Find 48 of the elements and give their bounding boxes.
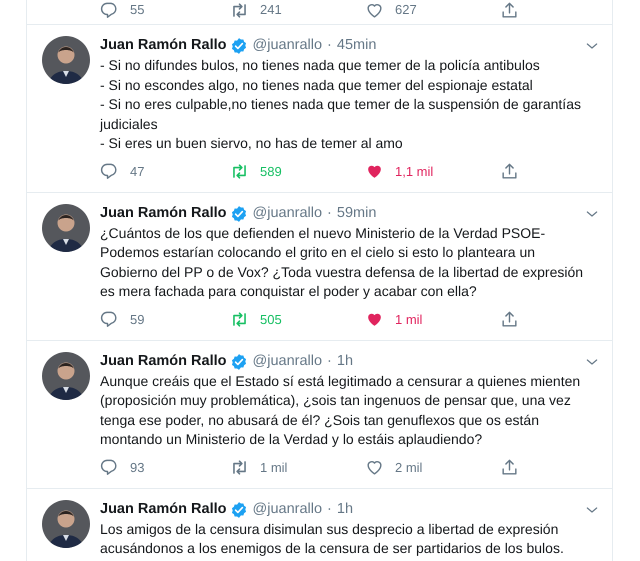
- retweet-button[interactable]: 589: [230, 162, 282, 182]
- tweet-text: - Si no difundes bulos, no tienes nada que temer de la policía antibulos - Si no escondes algo, no tienes nada que temer del espionaje estatal - Si no eres culpable,no tienes nada que temer de la suspensión de garantías judiciales - Si eres un buen siervo, no has de temer al amo: [100, 56, 582, 153]
- share-icon: [500, 310, 519, 329]
- reply-button[interactable]: 47: [100, 162, 144, 182]
- author-name[interactable]: Juan Ramón Rallo: [100, 35, 226, 57]
- user-handle: @juanrallo: [252, 36, 322, 56]
- separator-dot: ·: [327, 352, 332, 371]
- speech-bubble-icon: [100, 162, 119, 181]
- separator-dot: ·: [327, 36, 332, 56]
- avatar[interactable]: [42, 204, 90, 252]
- like-button[interactable]: 1 mil: [365, 310, 422, 330]
- timestamp[interactable]: 1h: [336, 350, 354, 372]
- reply-button[interactable]: 93: [100, 458, 144, 478]
- avatar[interactable]: [42, 352, 90, 400]
- speech-bubble-icon: [100, 458, 119, 477]
- speech-bubble-icon: [100, 0, 119, 20]
- timestamp[interactable]: 45min: [336, 35, 376, 57]
- avatar[interactable]: [42, 36, 90, 84]
- retweet-button[interactable]: 241: [230, 0, 282, 20]
- separator-dot: ·: [327, 500, 332, 519]
- like-button[interactable]: 1,1 mil: [365, 162, 434, 182]
- speech-bubble-icon: [100, 310, 119, 329]
- author-name[interactable]: Juan Ramón Rallo: [100, 498, 226, 520]
- author-name[interactable]: Juan Ramón Rallo: [100, 202, 226, 224]
- like-button[interactable]: 2 mil: [365, 458, 422, 478]
- share-icon: [500, 162, 519, 181]
- like-button[interactable]: 627: [365, 0, 417, 20]
- share-icon: [500, 0, 519, 20]
- share-button[interactable]: [500, 458, 519, 478]
- separator-dot: ·: [327, 204, 332, 223]
- retweet-button[interactable]: 1 mil: [230, 458, 288, 478]
- tweet-text: ¿Cuántos de los que defienden el nuevo Ministerio de la Verdad PSOE-Podemos estarían colocando el grito en el cielo si esto lo planteara un Gobierno del PP o de Vox? ¿Toda vuestra defensa de la libertad de expresión es mera fachada para conquistar el poder y acabar con ella?: [100, 224, 584, 301]
- user-handle: @juanrallo: [252, 204, 322, 223]
- timestamp[interactable]: 1h: [336, 498, 354, 520]
- share-icon: [500, 458, 519, 477]
- share-button[interactable]: [500, 310, 519, 330]
- user-handle: @juanrallo: [252, 352, 322, 371]
- avatar[interactable]: [42, 500, 90, 548]
- share-button[interactable]: [500, 0, 519, 20]
- tweet-text: Los amigos de la censura disimulan sus desprecio a libertad de expresión acusándonos a los enemigos de la censura de ser partidarios de los bulos.: [100, 520, 565, 558]
- user-handle: @juanrallo: [252, 500, 322, 519]
- share-button[interactable]: [500, 162, 519, 182]
- author-name[interactable]: Juan Ramón Rallo: [100, 350, 226, 372]
- reply-button[interactable]: 59: [100, 310, 144, 330]
- reply-button[interactable]: 55: [100, 0, 144, 20]
- tweet-text: Aunque creáis que el Estado sí está legitimado a censurar a quienes mienten (proposición muy problemática), ¿sois tan ingenuos de pensar que, una vez tenga ese poder, no abusará de él? ¿Sois tan genuflexos que os están montando un Ministerio de la Verdad y lo estáis aplaudiendo?: [100, 372, 582, 449]
- retweet-button[interactable]: 505: [230, 310, 282, 330]
- timestamp[interactable]: 59min: [336, 202, 376, 224]
